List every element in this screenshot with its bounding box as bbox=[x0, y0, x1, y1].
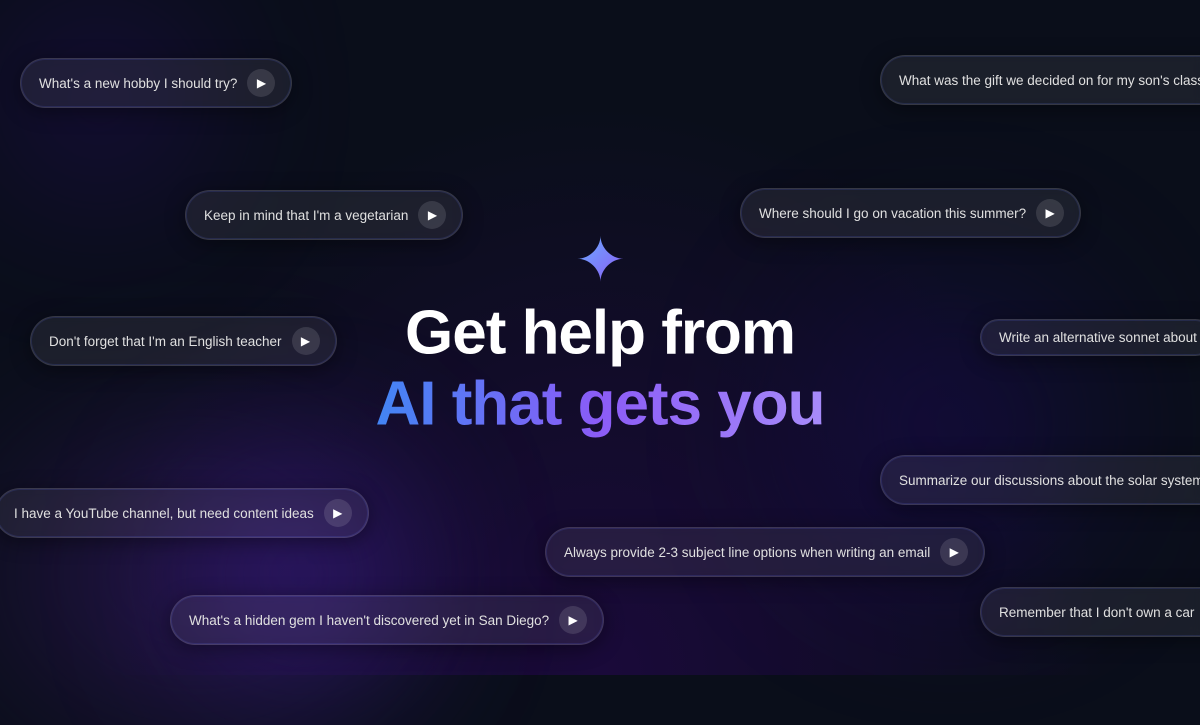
chip-solar-text: Summarize our discussions about the sola… bbox=[899, 473, 1200, 488]
chip-vacation-text: Where should I go on vacation this summe… bbox=[759, 206, 1026, 221]
chip-email[interactable]: Always provide 2-3 subject line options … bbox=[545, 527, 985, 577]
chip-gift[interactable]: What was the gift we decided on for my s… bbox=[880, 55, 1200, 105]
chip-vacation-arrow-icon: ▶ bbox=[1036, 199, 1064, 227]
chip-youtube-text: I have a YouTube channel, but need conte… bbox=[14, 506, 314, 521]
chip-sonnet[interactable]: Write an alternative sonnet about bbox=[980, 319, 1200, 356]
chip-hobby[interactable]: What's a new hobby I should try? ▶ bbox=[20, 58, 292, 108]
chip-sandiego-arrow-icon: ▶ bbox=[559, 606, 587, 634]
scene: Get help from AI that gets you What's a … bbox=[0, 0, 1200, 675]
chip-vacation[interactable]: Where should I go on vacation this summe… bbox=[740, 188, 1081, 238]
chip-car-text: Remember that I don't own a car bbox=[999, 605, 1194, 620]
hero-content: Get help from AI that gets you bbox=[375, 233, 824, 442]
chip-youtube-arrow-icon: ▶ bbox=[324, 499, 352, 527]
chip-hobby-text: What's a new hobby I should try? bbox=[39, 76, 237, 91]
chip-vegetarian-arrow-icon: ▶ bbox=[418, 201, 446, 229]
headline-line2: AI that gets you bbox=[375, 367, 824, 441]
chip-hobby-arrow-icon: ▶ bbox=[247, 69, 275, 97]
chip-email-arrow-icon: ▶ bbox=[940, 538, 968, 566]
chip-youtube[interactable]: I have a YouTube channel, but need conte… bbox=[0, 488, 369, 538]
chip-email-text: Always provide 2-3 subject line options … bbox=[564, 545, 930, 560]
headline-line1: Get help from bbox=[405, 298, 795, 367]
page-headline: Get help from AI that gets you bbox=[375, 299, 824, 442]
chip-vegetarian-text: Keep in mind that I'm a vegetarian bbox=[204, 208, 408, 223]
chip-english[interactable]: Don't forget that I'm an English teacher… bbox=[30, 316, 337, 366]
chip-sonnet-text: Write an alternative sonnet about bbox=[999, 330, 1197, 345]
chip-solar[interactable]: Summarize our discussions about the sola… bbox=[880, 455, 1200, 505]
chip-sandiego-text: What's a hidden gem I haven't discovered… bbox=[189, 613, 549, 628]
gemini-star-icon bbox=[575, 233, 625, 283]
chip-car[interactable]: Remember that I don't own a car▶ bbox=[980, 587, 1200, 637]
chip-english-arrow-icon: ▶ bbox=[292, 327, 320, 355]
chip-gift-text: What was the gift we decided on for my s… bbox=[899, 73, 1200, 88]
chip-sandiego[interactable]: What's a hidden gem I haven't discovered… bbox=[170, 595, 604, 645]
chip-english-text: Don't forget that I'm an English teacher bbox=[49, 334, 282, 349]
